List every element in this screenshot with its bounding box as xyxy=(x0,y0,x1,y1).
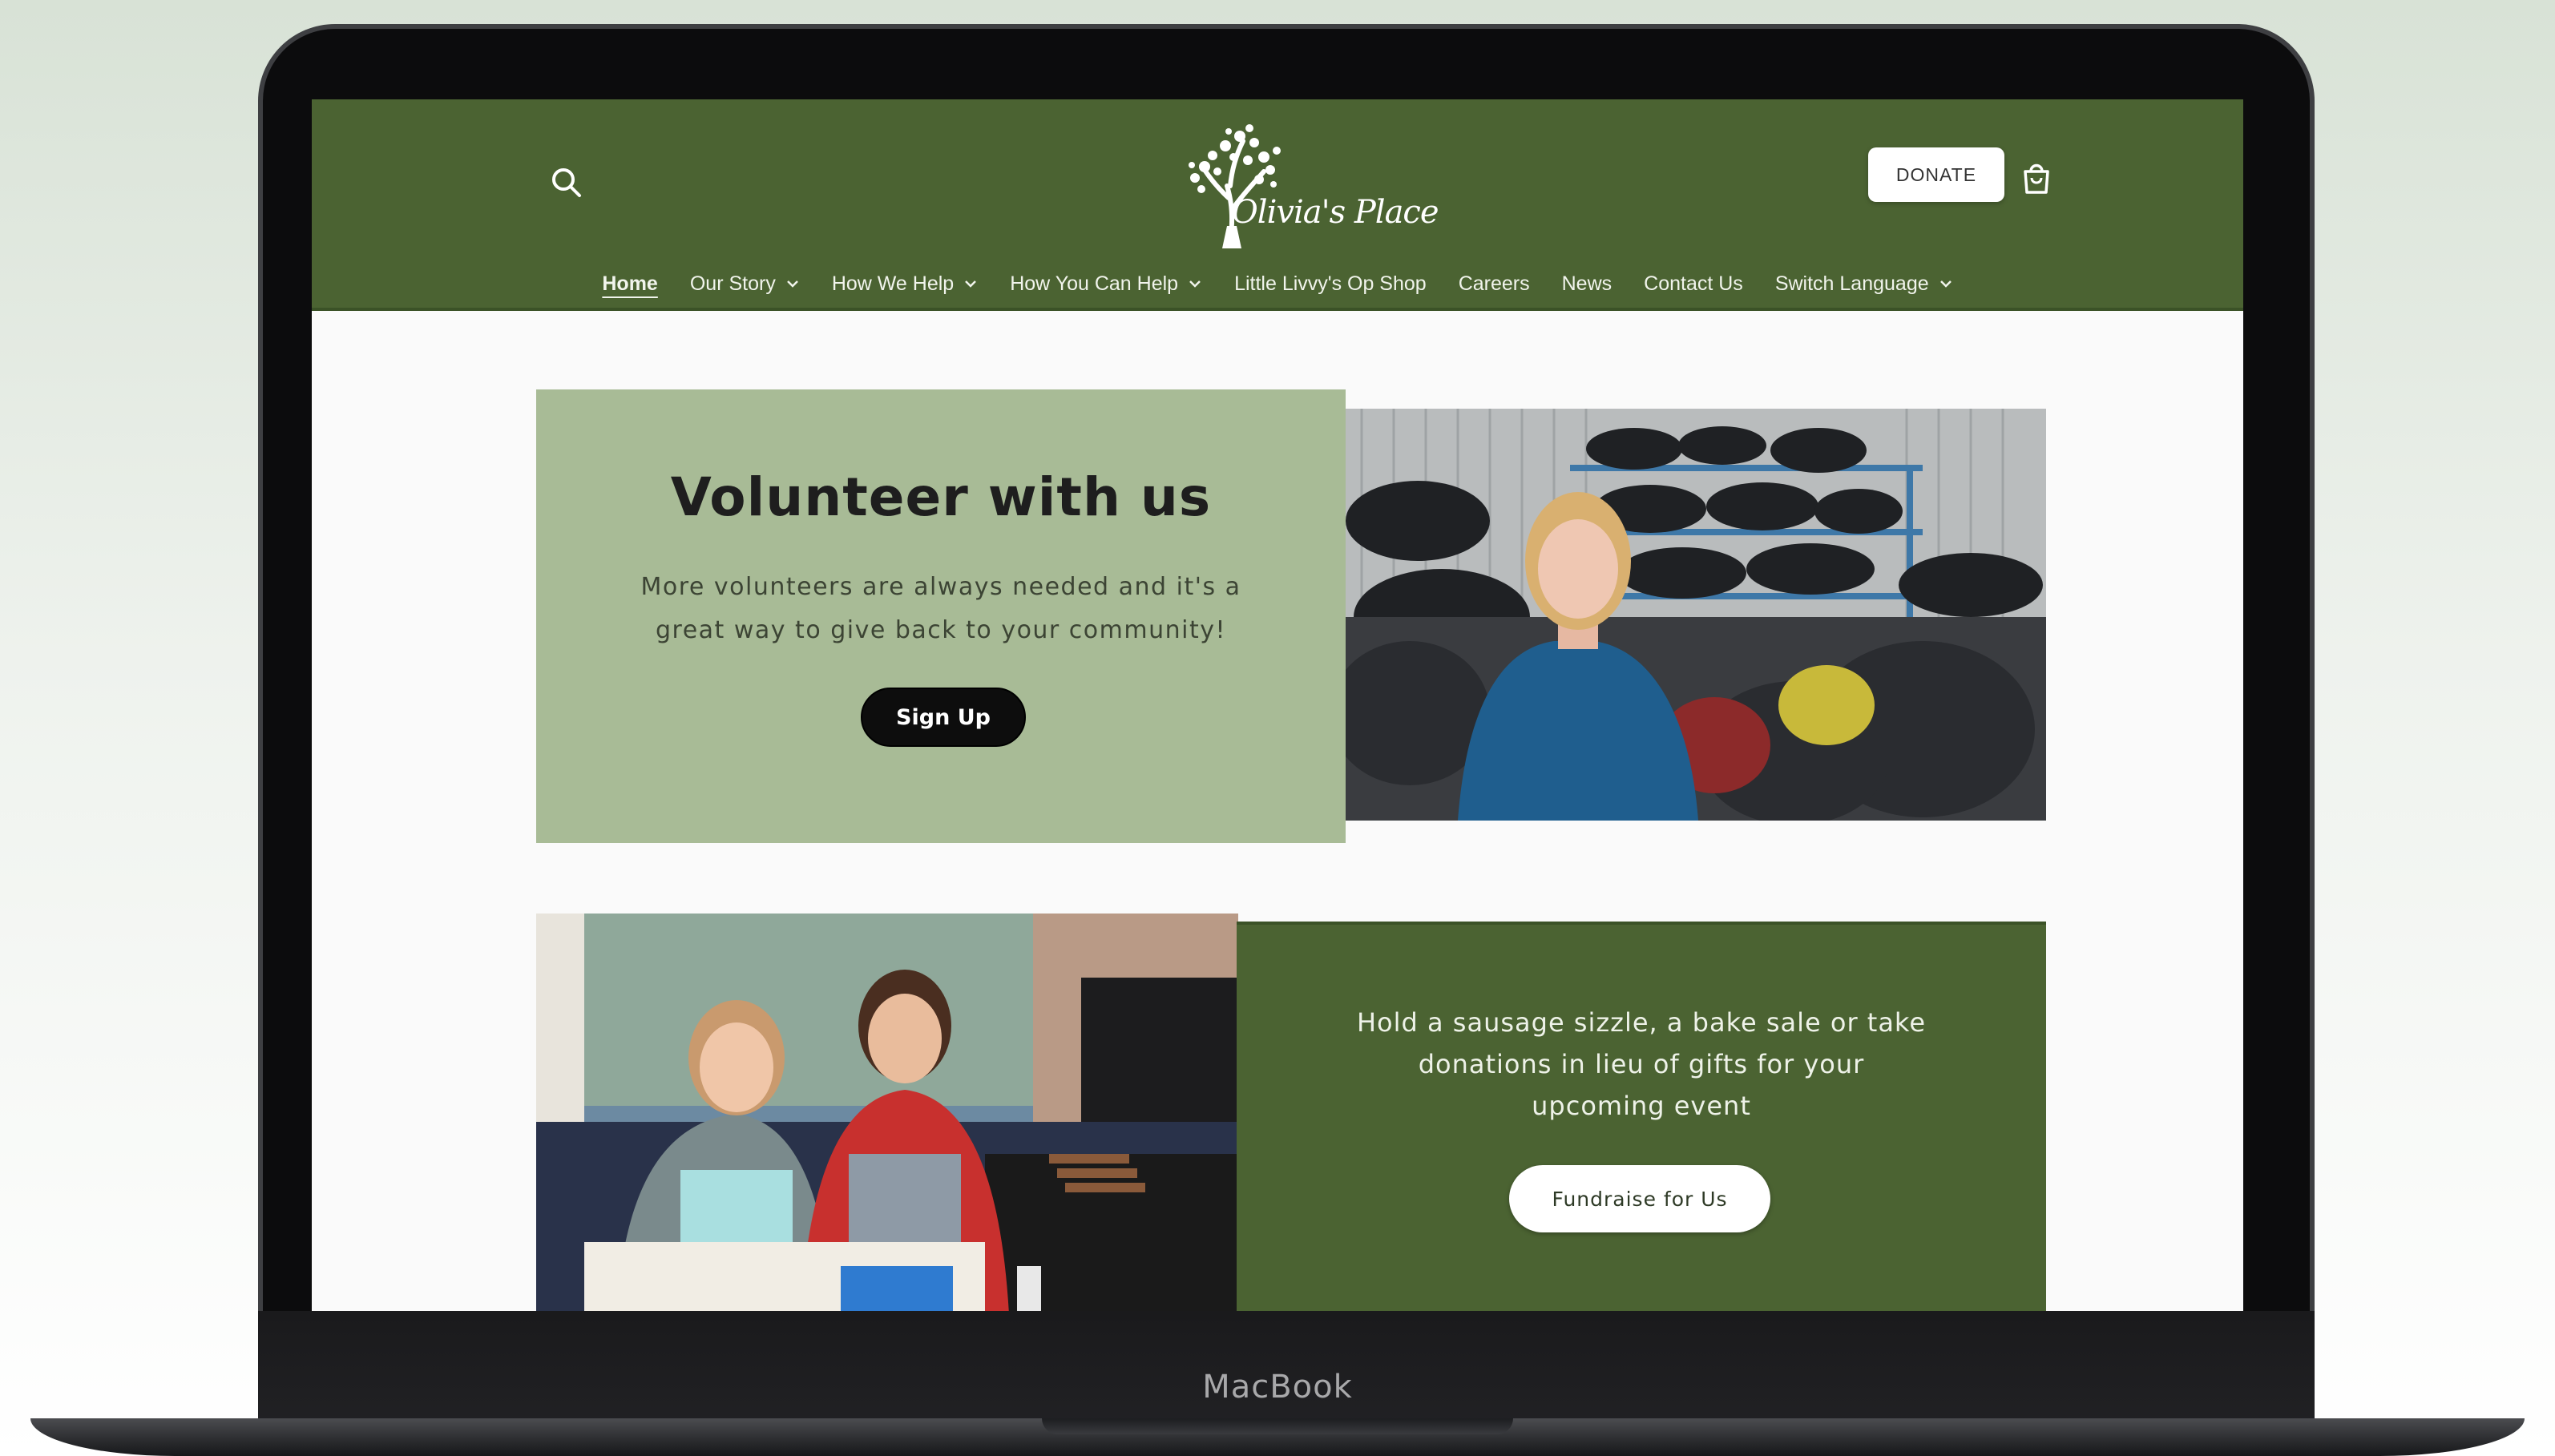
nav-item-how-we-help[interactable]: How We Help xyxy=(832,272,978,296)
device-label: MacBook xyxy=(1202,1369,1353,1406)
nav-item-careers[interactable]: Careers xyxy=(1459,272,1530,296)
tree-logo-icon[interactable] xyxy=(1181,122,1405,260)
nav-item-op-shop[interactable]: Little Livvy's Op Shop xyxy=(1234,272,1427,296)
fundraise-button[interactable]: Fundraise for Us xyxy=(1509,1165,1770,1232)
search-icon[interactable] xyxy=(547,163,586,202)
chevron-down-icon xyxy=(965,280,977,288)
chevron-down-icon xyxy=(1939,280,1952,288)
chevron-down-icon xyxy=(786,280,798,288)
nav-item-switch-language[interactable]: Switch Language xyxy=(1775,272,1953,296)
volunteer-photo xyxy=(1346,409,2046,821)
cart-icon[interactable] xyxy=(2017,159,2056,197)
nav-item-contact-us[interactable]: Contact Us xyxy=(1644,272,1743,296)
volunteer-title: Volunteer with us xyxy=(670,466,1212,528)
browser-screen: Olivia's Place DONATE Home Our Story How… xyxy=(312,99,2243,1311)
fundraise-photo xyxy=(536,914,1238,1311)
logo-text[interactable]: Olivia's Place xyxy=(1232,194,1439,231)
main-nav: Home Our Story How We Help How You Can H… xyxy=(312,266,2243,301)
site-header: Olivia's Place DONATE Home Our Story How… xyxy=(312,99,2243,311)
nav-item-how-you-can-help[interactable]: How You Can Help xyxy=(1010,272,1202,296)
donate-button[interactable]: DONATE xyxy=(1868,147,2004,202)
nav-item-news[interactable]: News xyxy=(1562,272,1613,296)
nav-item-home[interactable]: Home xyxy=(602,272,657,296)
fundraise-panel: Hold a sausage sizzle, a bake sale or ta… xyxy=(1237,922,2046,1311)
laptop-notch xyxy=(1042,1418,1513,1434)
volunteer-panel: Volunteer with us More volunteers are al… xyxy=(536,389,1346,843)
fundraise-description: Hold a sausage sizzle, a bake sale or ta… xyxy=(1356,1007,1926,1121)
chevron-down-icon xyxy=(1189,280,1201,288)
sign-up-button[interactable]: Sign Up xyxy=(861,688,1026,747)
nav-item-our-story[interactable]: Our Story xyxy=(690,272,800,296)
volunteer-description: More volunteers are always needed and it… xyxy=(640,573,1241,644)
